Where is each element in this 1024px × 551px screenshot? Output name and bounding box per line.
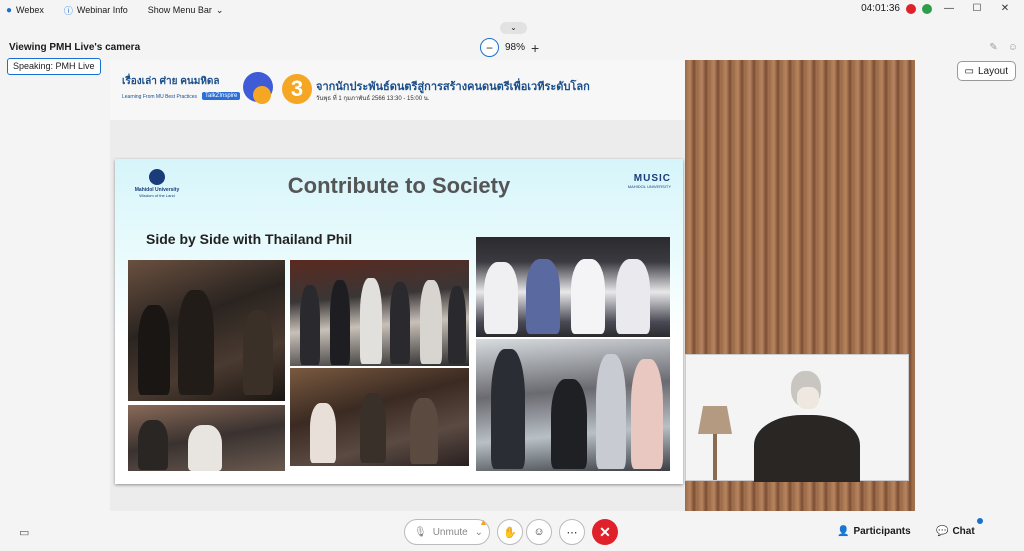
photo-meeting — [476, 339, 670, 471]
lamp-pole — [713, 434, 717, 480]
lamp-icon — [698, 406, 732, 434]
photo-audience — [290, 368, 469, 466]
more-options-button[interactable]: ⋯ — [559, 519, 585, 545]
annotate-icon[interactable]: ✎ — [989, 42, 997, 53]
video-stage: เรื่องเล่า ศ่าย คนมหิดล Learning From MU… — [110, 60, 915, 511]
reactions-button[interactable]: ☺ — [526, 519, 552, 545]
zoom-control: − 98% + — [480, 38, 539, 57]
captions-icon[interactable]: ▭ — [19, 526, 29, 539]
show-menu-bar-label: Show Menu Bar — [147, 5, 212, 15]
speaking-name: PMH Live — [55, 61, 95, 71]
smiley-icon: ☺ — [533, 526, 545, 538]
music-sub: MAHIDOL UNIVERSITY — [627, 184, 671, 189]
banner-decoration-2 — [253, 86, 271, 104]
chevron-down-icon[interactable]: ⌄ — [475, 527, 483, 538]
user-avatar-icon[interactable] — [922, 3, 932, 14]
layout-button[interactable]: ▭ Layout — [956, 61, 1016, 81]
hand-icon: ✋ — [503, 526, 517, 539]
leave-meeting-button[interactable]: ✕ — [592, 519, 618, 545]
top-right-icons: ✎ ☺ — [989, 42, 1018, 53]
webinar-info-label: Webinar Info — [76, 5, 128, 15]
zoom-value: 98% — [505, 42, 526, 53]
info-icon: ⓘ — [63, 5, 73, 16]
chat-icon: 💬 — [936, 526, 949, 537]
close-icon: ✕ — [599, 523, 611, 540]
ellipsis-icon: ⋯ — [566, 526, 578, 539]
event-banner: เรื่องเล่า ศ่าย คนมหิดล Learning From MU… — [110, 60, 685, 120]
unmute-label: Unmute — [432, 526, 468, 538]
reaction-icon[interactable]: ☺ — [1008, 42, 1018, 53]
collapse-toggle[interactable]: ⌄ — [500, 22, 527, 34]
episode-number: 3 — [282, 74, 312, 104]
chat-button[interactable]: 💬 Chat — [936, 526, 975, 537]
unmute-button[interactable]: 🎙 Unmute ⌄ — [404, 519, 490, 545]
raise-hand-button[interactable]: ✋ — [497, 519, 523, 545]
meeting-toolbar: ▭ 🎙 Unmute ⌄ ▲ ✋ ☺ ⋯ ✕ 👤 Participants 💬 … — [0, 513, 1024, 551]
photo-students-seated — [476, 237, 670, 337]
clock: 04:01:36 — [861, 3, 900, 14]
slide-title: Contribute to Society — [287, 173, 511, 198]
participants-icon: 👤 — [837, 526, 850, 537]
photo-group — [290, 260, 469, 366]
speaker-face — [797, 387, 819, 409]
banner-date: วันพุธ ที่ 1 กุมภาพันธ์ 2566 13:30 - 15:… — [316, 96, 430, 102]
banner-logo-text: เรื่องเล่า ศ่าย คนมหิดล — [122, 76, 220, 87]
chat-notification-badge — [977, 518, 983, 524]
zoom-out-button[interactable]: − — [480, 38, 499, 57]
chevron-down-icon: ⌄ — [510, 23, 517, 32]
zoom-in-button[interactable]: + — [531, 40, 539, 56]
muted-mic-icon: 🎙 — [414, 526, 427, 538]
chat-label: Chat — [952, 526, 975, 537]
banner-logo-sub: Learning From MU Best Practices — [122, 94, 198, 100]
participants-button[interactable]: 👤 Participants — [837, 526, 911, 537]
close-button[interactable]: ✕ — [994, 3, 1016, 14]
photo-rehearsal — [128, 405, 285, 471]
window-controls: 04:01:36 — ☐ ✕ — [861, 3, 1016, 14]
minimize-button[interactable]: — — [938, 3, 960, 14]
speaker-body — [754, 415, 860, 482]
presentation-slide: Mahidol University Wisdom of the Land Co… — [115, 159, 683, 484]
app-title: ● Webex — [6, 5, 44, 16]
participants-label: Participants — [853, 526, 911, 537]
webex-logo-icon: ● — [6, 4, 13, 16]
warning-icon: ▲ — [479, 517, 488, 527]
layout-label: Layout — [977, 65, 1008, 77]
layout-icon: ▭ — [964, 65, 974, 77]
slide-subtitle: Side by Side with Thailand Phil — [146, 231, 353, 247]
show-menu-bar-button[interactable]: Show Menu Bar ⌄ — [148, 5, 224, 16]
webinar-info-menu[interactable]: ⓘ Webinar Info — [64, 4, 128, 17]
music-logo: MUSIC MAHIDOL UNIVERSITY — [619, 173, 671, 189]
recording-icon[interactable] — [906, 3, 916, 14]
speaking-label: Speaking: — [13, 61, 54, 71]
maximize-button[interactable]: ☐ — [966, 3, 988, 14]
banner-tag: TalkZInspire — [202, 92, 241, 100]
speaking-indicator: Speaking: PMH Live — [7, 58, 101, 75]
viewing-label: Viewing PMH Live's camera — [9, 42, 141, 53]
music-word: MUSIC — [633, 173, 671, 184]
app-name: Webex — [16, 5, 44, 15]
speaker-camera-view — [685, 354, 909, 482]
photo-orchestra-students — [128, 260, 285, 401]
title-bar: ● Webex ⓘ Webinar Info Show Menu Bar ⌄ 0… — [0, 0, 1024, 20]
chevron-down-icon: ⌄ — [215, 4, 224, 15]
